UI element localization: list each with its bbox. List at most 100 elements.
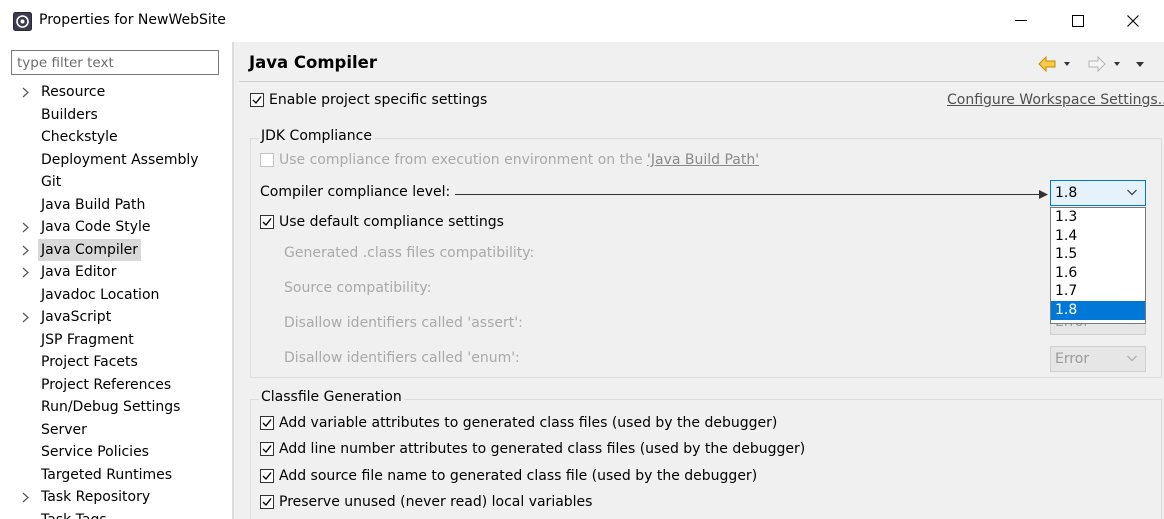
tree-item[interactable]: Task Repository xyxy=(0,486,232,509)
checkbox-unchecked[interactable] xyxy=(260,153,274,167)
dropdown-option[interactable]: 1.6 xyxy=(1051,264,1145,283)
disallow-enum-value: Error xyxy=(1055,351,1090,367)
compliance-level-select[interactable]: 1.8 xyxy=(1050,180,1146,206)
tree-item-label: Builders xyxy=(41,106,98,123)
tree-item-label: Java Compiler xyxy=(38,238,142,261)
minimize-button[interactable] xyxy=(998,0,1044,42)
dropdown-option[interactable]: 1.7 xyxy=(1051,282,1145,301)
tree-item-label: Deployment Assembly xyxy=(41,151,199,168)
tree-item-label: Java Editor xyxy=(41,264,117,280)
tree-item[interactable]: Task Tags xyxy=(0,509,232,519)
annotation-arrow-head-icon xyxy=(1039,190,1048,199)
tree-item-label: Javadoc Location xyxy=(41,286,160,303)
tree-item-label: Java Build Path xyxy=(41,196,146,213)
tree-item-label: Project References xyxy=(41,376,172,393)
checkbox-checked[interactable] xyxy=(260,416,274,430)
enable-project-settings-label: Enable project specific settings xyxy=(269,92,488,108)
tree-item-label: Server xyxy=(41,421,87,438)
checkbox-checked[interactable] xyxy=(250,93,264,107)
dropdown-option[interactable]: 1.8 xyxy=(1051,300,1145,320)
forward-arrow-icon[interactable] xyxy=(1088,55,1106,73)
expand-arrow-icon[interactable] xyxy=(21,265,31,279)
enable-project-settings-checkbox[interactable]: Enable project specific settings xyxy=(250,92,487,108)
tree-item[interactable]: Project Facets xyxy=(0,351,232,374)
compliance-level-label: Compiler compliance level: xyxy=(260,184,451,200)
close-icon xyxy=(1127,15,1139,27)
compliance-level-dropdown-list[interactable]: 1.3 1.4 1.5 1.6 1.7 1.8 xyxy=(1050,207,1146,324)
classfile-option-checkbox[interactable]: Add variable attributes to generated cla… xyxy=(260,415,777,431)
dropdown-option[interactable]: 1.3 xyxy=(1051,208,1145,227)
classfile-option-label: Add source file name to generated class … xyxy=(279,467,758,484)
tree-item[interactable]: Java Compiler xyxy=(0,238,232,262)
forward-dropdown-icon[interactable] xyxy=(1114,62,1120,66)
generated-class-compat-label: Generated .class files compatibility: xyxy=(284,245,535,261)
configure-workspace-link[interactable]: Configure Workspace Settings... xyxy=(947,92,1164,108)
back-dropdown-icon[interactable] xyxy=(1064,62,1070,66)
tree-item[interactable]: Java Editor xyxy=(0,261,232,284)
expand-arrow-icon[interactable] xyxy=(21,310,31,324)
view-menu-icon[interactable] xyxy=(1136,62,1144,67)
expand-arrow-icon[interactable] xyxy=(21,490,31,504)
chevron-down-icon xyxy=(1127,355,1137,362)
use-env-compliance-label: Use compliance from execution environmen… xyxy=(279,152,648,168)
tree-item[interactable]: Targeted Runtimes xyxy=(0,464,232,487)
compliance-level-value: 1.8 xyxy=(1055,185,1078,201)
disallow-enum-select[interactable]: Error xyxy=(1050,346,1146,372)
close-button[interactable] xyxy=(1110,0,1156,42)
tree-item-label: Resource xyxy=(41,84,106,100)
expand-arrow-icon[interactable] xyxy=(21,85,31,99)
use-default-compliance-checkbox[interactable]: Use default compliance settings xyxy=(260,214,504,230)
classfile-option-checkbox[interactable]: Preserve unused (never read) local varia… xyxy=(260,494,592,510)
tree-item-label: JavaScript xyxy=(41,309,112,325)
annotation-arrow-line xyxy=(455,194,1043,195)
classfile-option-label: Add line number attributes to generated … xyxy=(279,441,806,458)
tree-item[interactable]: JavaScript xyxy=(0,306,232,329)
checkbox-checked[interactable] xyxy=(260,468,274,483)
navigation-toolbar xyxy=(1038,55,1144,73)
classfile-option-label: Add variable attributes to generated cla… xyxy=(279,415,778,431)
tree-item[interactable]: Project References xyxy=(0,374,232,397)
sidebar: Resource Builders Checkstyle Deployment Ass… xyxy=(0,42,232,519)
tree-item[interactable]: Server xyxy=(0,419,232,442)
window-title: Properties for NewWebSite xyxy=(39,12,226,28)
tree-item[interactable]: Java Code Style xyxy=(0,216,232,239)
use-env-compliance-checkbox[interactable]: Use compliance from execution environmen… xyxy=(260,152,759,168)
dropdown-option[interactable]: 1.5 xyxy=(1051,245,1145,264)
tree-item[interactable]: JSP Fragment xyxy=(0,329,232,352)
checkbox-checked[interactable] xyxy=(260,215,274,229)
back-arrow-icon[interactable] xyxy=(1038,55,1056,73)
tree-item[interactable]: Checkstyle xyxy=(0,126,232,149)
tree-item-label: Java Code Style xyxy=(41,219,151,235)
tree-item[interactable]: Javadoc Location xyxy=(0,284,232,307)
filter-field[interactable] xyxy=(11,50,219,75)
disallow-enum-label: Disallow identifiers called 'enum': xyxy=(284,350,520,366)
filter-input[interactable] xyxy=(12,51,218,74)
source-compat-label: Source compatibility: xyxy=(284,280,432,296)
classfile-generation-title: Classfile Generation xyxy=(259,389,404,405)
classfile-option-label: Preserve unused (never read) local varia… xyxy=(279,493,593,510)
tree-item-label: Targeted Runtimes xyxy=(41,466,173,483)
expand-arrow-icon[interactable] xyxy=(21,243,31,257)
java-build-path-link[interactable]: 'Java Build Path' xyxy=(647,152,759,168)
tree-item[interactable]: Java Build Path xyxy=(0,194,232,217)
tree-item-label: Run/Debug Settings xyxy=(41,399,181,415)
disallow-assert-label: Disallow identifiers called 'assert': xyxy=(284,315,523,331)
maximize-icon xyxy=(1072,15,1084,27)
properties-tree: Resource Builders Checkstyle Deployment Ass… xyxy=(0,81,232,519)
classfile-option-checkbox[interactable]: Add line number attributes to generated … xyxy=(260,441,805,457)
tree-item[interactable]: Git xyxy=(0,171,232,194)
tree-item[interactable]: Resource xyxy=(0,81,232,104)
tree-item[interactable]: Builders xyxy=(0,104,232,127)
checkbox-checked[interactable] xyxy=(260,442,274,457)
expand-arrow-icon[interactable] xyxy=(21,220,31,234)
checkbox-checked[interactable] xyxy=(260,494,274,509)
classfile-option-checkbox[interactable]: Add source file name to generated class … xyxy=(260,468,757,484)
title-bar: Properties for NewWebSite xyxy=(0,0,1164,42)
tree-item[interactable]: Deployment Assembly xyxy=(0,149,232,172)
tree-item-label: Git xyxy=(41,174,62,190)
tree-item[interactable]: Service Policies xyxy=(0,441,232,464)
dropdown-option[interactable]: 1.4 xyxy=(1051,227,1145,246)
maximize-button[interactable] xyxy=(1055,0,1101,42)
tree-item[interactable]: Run/Debug Settings xyxy=(0,396,232,419)
page-title: Java Compiler xyxy=(249,53,377,72)
